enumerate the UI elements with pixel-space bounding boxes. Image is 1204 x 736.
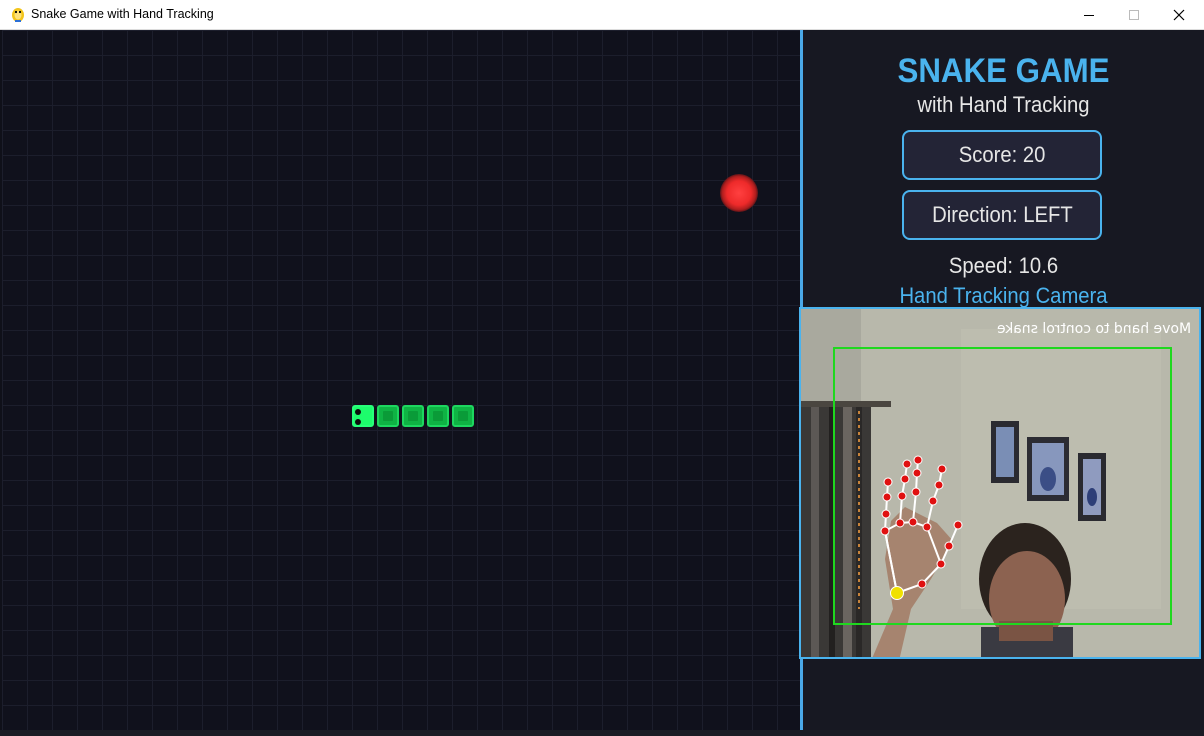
- score-label: Score: 20: [958, 142, 1046, 167]
- camera-feed: Move hand to control snake: [799, 307, 1201, 659]
- food-apple: [720, 174, 758, 212]
- camera-heading: Hand Tracking Camera: [899, 283, 1108, 308]
- camera-overlay-message: Move hand to control snake: [996, 321, 1191, 337]
- panel-title: SNAKE GAME: [897, 52, 1110, 90]
- snake-body-segment: [377, 405, 399, 427]
- snake-body-segment: [402, 405, 424, 427]
- snake-eye: [355, 419, 361, 425]
- minimize-button[interactable]: [1066, 0, 1112, 30]
- snake-eye: [355, 409, 361, 415]
- camera-frame-image: [801, 309, 1199, 657]
- window-bottom-edge: [0, 730, 1204, 736]
- direction-display: Direction: LEFT: [902, 190, 1102, 240]
- direction-label: Direction: LEFT: [931, 202, 1073, 227]
- speed-label: Speed: 10.6: [948, 253, 1059, 278]
- minimize-icon: [1084, 15, 1094, 16]
- close-button[interactable]: [1156, 0, 1202, 30]
- pygame-snake-icon: [12, 8, 24, 22]
- snake-body-segment: [427, 405, 449, 427]
- maximize-icon: [1129, 10, 1139, 20]
- maximize-button[interactable]: [1111, 0, 1157, 30]
- window-title: Snake Game with Hand Tracking: [31, 7, 214, 21]
- score-display: Score: 20: [902, 130, 1102, 180]
- game-board: [2, 30, 800, 730]
- snake-body-segment: [452, 405, 474, 427]
- window-titlebar: Snake Game with Hand Tracking: [0, 0, 1204, 30]
- close-icon: [1173, 9, 1185, 21]
- panel-subtitle: with Hand Tracking: [917, 92, 1090, 117]
- snake-head: [352, 405, 374, 427]
